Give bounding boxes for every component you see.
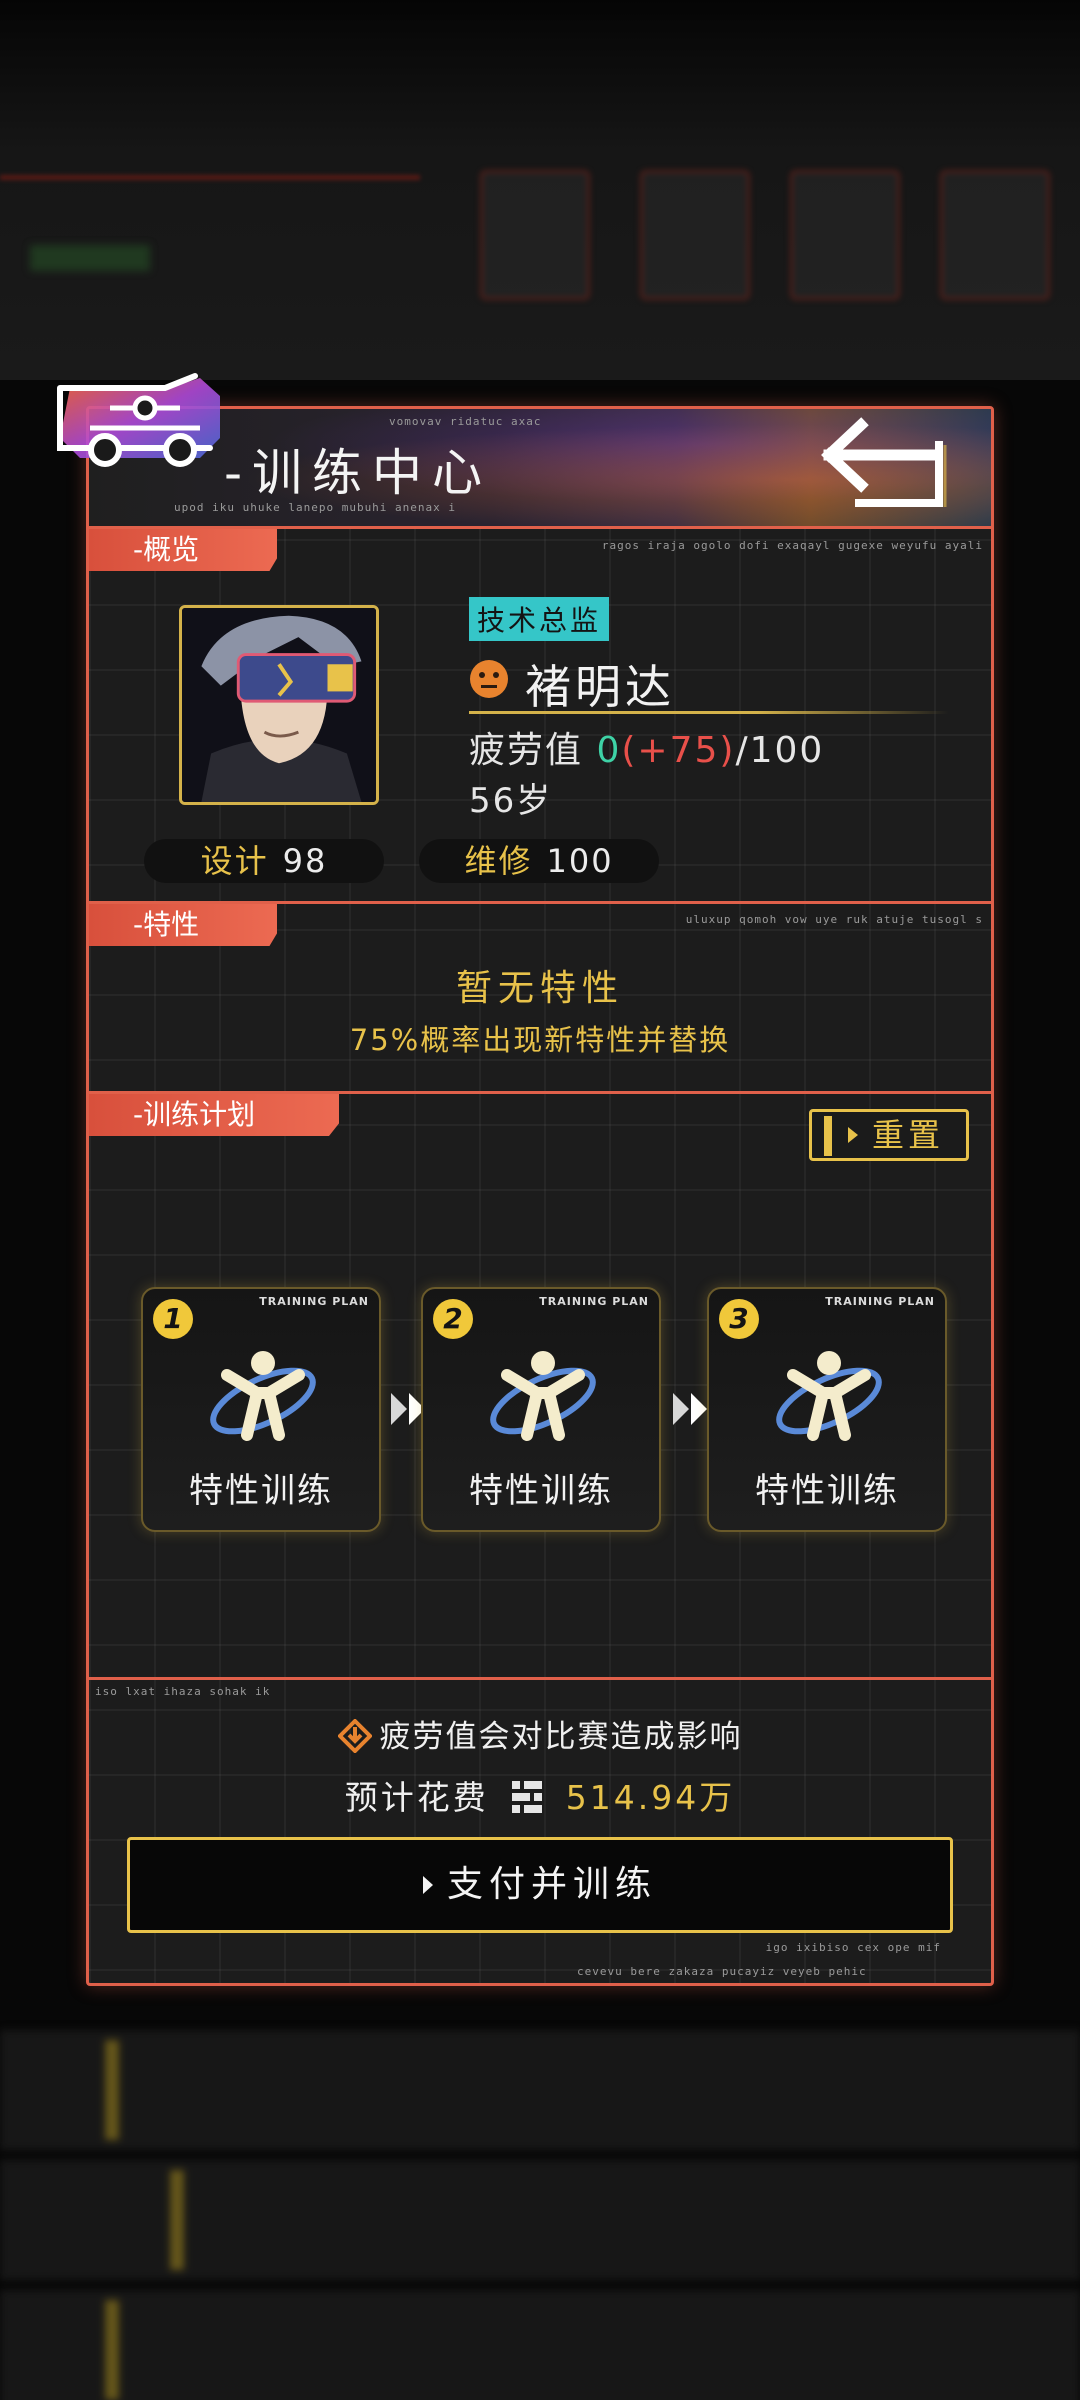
plan-label: 特性训练	[189, 1471, 333, 1511]
section-micro-text: uluxup qomoh vow uye ruk atuje tusogl s	[685, 913, 983, 926]
plan-number: 1	[153, 1299, 193, 1339]
play-triangle-icon	[422, 1876, 433, 1894]
pay-and-train-button[interactable]: 支付并训练	[127, 1837, 953, 1933]
plan-caption: TRAINING PLAN	[539, 1295, 649, 1308]
section-divider	[89, 901, 991, 904]
background-row	[0, 2290, 1080, 2400]
stat-value: 98	[282, 842, 328, 880]
plan-caption: TRAINING PLAN	[825, 1295, 935, 1308]
stat-label: 维修	[464, 842, 533, 880]
footer-micro-text: cevevu bere zakaza pucayiz veyeb pehic	[577, 1965, 867, 1978]
stat-design: 设计 98	[144, 839, 384, 883]
cost-readout: 预计花费 514.94万	[89, 1771, 991, 1819]
fatigue-max: /100	[735, 730, 825, 771]
section-tag-traits: -特性	[89, 904, 277, 946]
plan-caption: TRAINING PLAN	[259, 1295, 369, 1308]
training-center-panel: vomovav ridatuc axac -训练中心 upod iku uhuk…	[86, 406, 994, 1986]
background-row	[0, 2030, 1080, 2150]
fatigue-delta: (+75)	[621, 730, 736, 771]
page-title: -训练中心	[224, 444, 493, 502]
plan-label: 特性训练	[469, 1471, 613, 1511]
section-divider	[89, 1091, 991, 1094]
character-age: 56岁	[469, 781, 553, 821]
background-tile	[790, 170, 900, 300]
header-micro-text: upod iku uhuke lanepo mubuhi anenax i	[174, 501, 457, 514]
plan-number: 3	[719, 1299, 759, 1339]
fatigue-current: 0	[596, 730, 622, 771]
training-figure-icon	[490, 1351, 596, 1441]
footer-micro-text: igo ixibiso cex ope mif	[765, 1941, 941, 1954]
section-micro-text: ragos iraja ogolo dofi exaqayl gugexe we…	[601, 539, 983, 552]
background-row	[0, 2160, 1080, 2280]
portrait-image	[182, 608, 376, 802]
background-decor	[30, 245, 150, 271]
back-arrow-icon[interactable]	[821, 415, 951, 515]
training-plan-card-3[interactable]: 3 TRAINING PLAN 特性训练	[707, 1287, 947, 1532]
footer-micro-text: iso lxat ihaza sohak ik	[95, 1685, 271, 1698]
fatigue-readout: 疲劳值 0(+75)/100	[469, 721, 824, 773]
section-tag-training: -训练计划	[89, 1094, 339, 1136]
character-name: 褚明达	[525, 660, 675, 714]
background-decor	[0, 175, 420, 180]
training-figure-icon	[210, 1351, 316, 1441]
reset-label: 重置	[871, 1116, 944, 1154]
section-divider	[89, 1677, 991, 1680]
trait-title: 暂无特性	[455, 968, 624, 1009]
pay-label: 支付并训练	[446, 1864, 657, 1905]
training-plan-card-1[interactable]: 1 TRAINING PLAN 特性训练	[141, 1287, 381, 1532]
stat-value: 100	[546, 842, 614, 880]
stat-repair: 维修 100	[419, 839, 659, 883]
fatigue-label: 疲劳值	[469, 730, 584, 771]
warning-text: 疲劳值会对比赛造成影响	[379, 1719, 743, 1755]
header-micro-text: vomovav ridatuc axac	[389, 415, 542, 428]
coin-icon	[512, 1781, 543, 1813]
warning-down-icon	[337, 1719, 372, 1753]
car-logo-icon	[57, 373, 220, 467]
cost-amount: 514.94万	[565, 1778, 736, 1817]
background-tile	[940, 170, 1050, 300]
cost-label: 预计花费	[344, 1778, 489, 1817]
background-tile	[480, 170, 590, 300]
neutral-face-icon	[470, 660, 508, 698]
character-portrait	[179, 605, 379, 805]
background-tile	[640, 170, 750, 300]
name-underline	[469, 711, 949, 714]
section-tag-overview: -概览	[89, 529, 277, 571]
role-badge: 技术总监	[469, 597, 610, 641]
stat-label: 设计	[200, 842, 269, 880]
double-chevron-icon	[673, 1393, 707, 1425]
plan-label: 特性训练	[755, 1471, 899, 1511]
fatigue-warning: 疲劳值会对比赛造成影响	[89, 1711, 991, 1756]
trait-subtitle: 75%概率出现新特性并替换	[349, 1023, 731, 1057]
plan-number: 2	[433, 1299, 473, 1339]
training-plan-card-2[interactable]: 2 TRAINING PLAN 特性训练	[421, 1287, 661, 1532]
reset-button[interactable]: 重置	[809, 1109, 969, 1161]
training-figure-icon	[776, 1351, 882, 1441]
play-triangle-icon	[848, 1127, 858, 1143]
